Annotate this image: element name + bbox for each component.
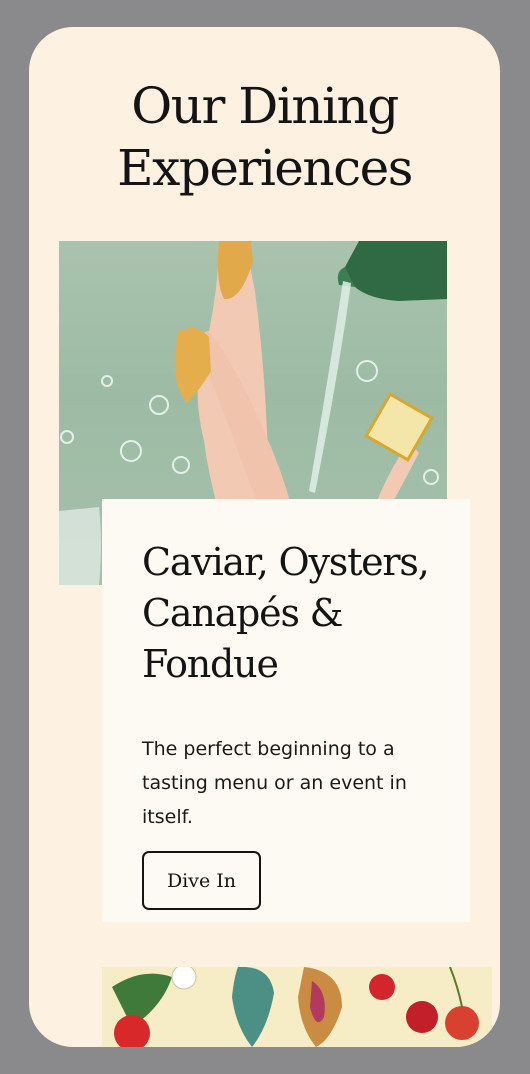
botanical-fruit-icon [112,967,479,1047]
card-title: Caviar, Oysters, Canapés & Fondue [142,540,430,686]
botanical-image [102,967,492,1047]
experience-card: Caviar, Oysters, Canapés & Fondue The pe… [102,499,470,922]
screen: Our Dining Experiences Caviar, Oysters, … [29,27,500,1047]
device-frame: Our Dining Experiences Caviar, Oysters, … [0,0,530,1074]
page-title: Our Dining Experiences [117,77,413,197]
dive-in-button[interactable]: Dive In [142,851,261,910]
card-description: The perfect beginning to a tasting menu … [142,738,407,828]
